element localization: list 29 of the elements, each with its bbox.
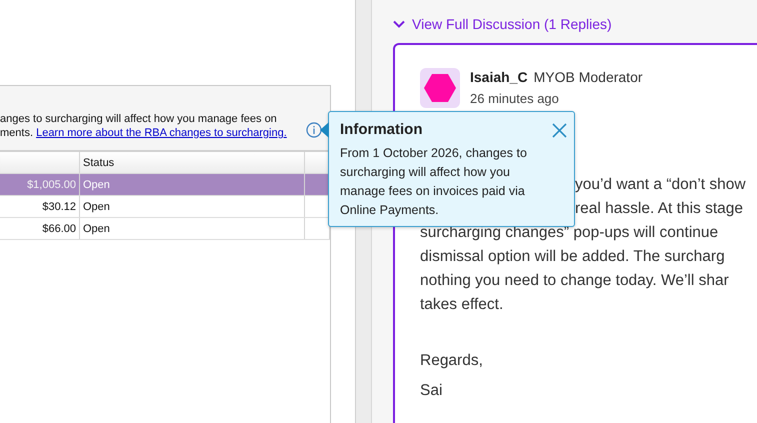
amount-cell: $1,005.00 [0,174,80,195]
chevron-icon [393,20,405,28]
status-cell: Open [80,196,305,217]
post-text-line: takes effect. [420,295,504,315]
info-icon[interactable] [306,122,322,138]
status-cell: Open [80,218,305,239]
post-text-line: dismissal option will be added. The surcharg [420,247,725,267]
author-role: MYOB Moderator [534,69,643,85]
signoff-text: Sai [420,381,442,401]
post-text-line: nothing you need to change today. We’ll shar [420,271,729,291]
post-text-line: you’d want a “don’t show [575,175,746,195]
notice-text: anges to surcharging will affect how you manage fees on ments. Learn more about the RBA changes to surcharging. [0,112,288,140]
rba-link[interactable]: Learn more about the RBA changes to surcharging. [36,127,287,139]
post-time: 26 minutes ago [470,91,560,106]
amount-cell: $30.12 [0,196,80,217]
post-text-line: surcharging changes” pop-ups will continue [420,223,718,243]
signoff-text: Regards, [420,351,483,371]
amount-cell: $66.00 [0,218,80,239]
view-discussion-link[interactable]: View Full Discussion (1 Replies) [393,14,757,34]
close-icon[interactable] [552,123,567,138]
table-row[interactable]: $30.12 Open [0,196,330,218]
status-cell: Open [80,174,305,195]
table-row[interactable]: $66.00 Open [0,218,330,240]
hexagon-icon [424,74,456,102]
author-name[interactable]: Isaiah_C [470,69,528,85]
pointer-icon [320,122,329,138]
popup-title: Information [340,121,422,138]
popup-text: From 1 October 2026, changes to surcharging will affect how you manage fees on invoices paid via Online Payments. [340,145,528,219]
post-text-line: real hassle. At this stage [575,199,744,219]
